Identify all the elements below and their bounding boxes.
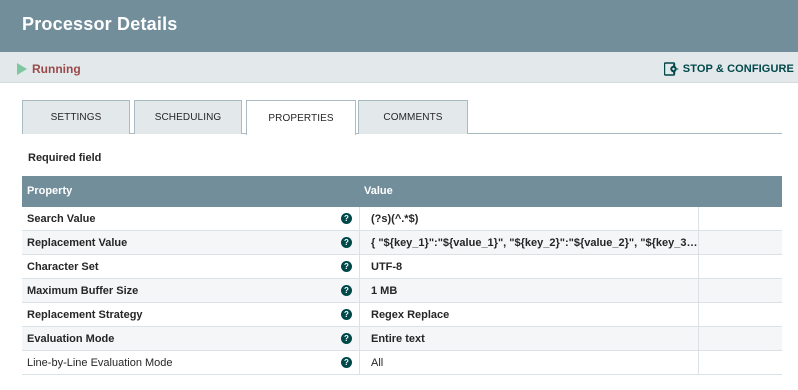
help-icon[interactable]: ?: [341, 237, 352, 248]
table-row[interactable]: Replacement Strategy ? Regex Replace: [22, 303, 782, 327]
property-value[interactable]: UTF-8: [361, 255, 699, 279]
dialog-title: Processor Details: [22, 14, 178, 34]
run-status: Running: [32, 62, 81, 76]
stop-configure-button[interactable]: STOP & CONFIGURE: [663, 61, 794, 77]
help-icon[interactable]: ?: [341, 285, 352, 296]
dialog-header: Processor Details: [0, 0, 798, 52]
property-name: Search Value: [22, 207, 360, 231]
property-value[interactable]: Regex Replace: [361, 303, 699, 327]
property-name: Maximum Buffer Size: [22, 279, 360, 303]
row-actions: [700, 255, 782, 279]
table-row[interactable]: Replacement Value ? { "${key_1}":"${valu…: [22, 231, 782, 255]
row-actions: [700, 231, 782, 255]
tab-scheduling[interactable]: SCHEDULING: [134, 100, 242, 134]
tab-bar: SETTINGS SCHEDULING PROPERTIES COMMENTS: [22, 100, 782, 135]
required-field-label: Required field: [28, 152, 102, 164]
table-row[interactable]: Character Set ? UTF-8: [22, 255, 782, 279]
table-row[interactable]: Evaluation Mode ? Entire text: [22, 327, 782, 351]
tab-comments[interactable]: COMMENTS: [358, 100, 468, 134]
tab-properties[interactable]: PROPERTIES: [246, 100, 356, 135]
help-icon[interactable]: ?: [341, 357, 352, 368]
column-header-value: Value: [364, 185, 393, 197]
stop-configure-icon: [663, 62, 679, 76]
play-icon: [17, 63, 27, 75]
help-icon[interactable]: ?: [341, 213, 352, 224]
stop-configure-label: STOP & CONFIGURE: [682, 63, 794, 75]
help-icon[interactable]: ?: [341, 261, 352, 272]
row-actions: [700, 351, 782, 375]
help-icon[interactable]: ?: [341, 333, 352, 344]
property-name: Character Set: [22, 255, 360, 279]
property-name: Replacement Value: [22, 231, 360, 255]
tab-settings[interactable]: SETTINGS: [22, 100, 130, 134]
row-actions: [700, 279, 782, 303]
help-icon[interactable]: ?: [341, 309, 352, 320]
row-actions: [700, 207, 782, 231]
property-name: Evaluation Mode: [22, 327, 360, 351]
property-value[interactable]: Entire text: [361, 327, 699, 351]
table-row[interactable]: Maximum Buffer Size ? 1 MB: [22, 279, 782, 303]
property-name: Replacement Strategy: [22, 303, 360, 327]
property-value[interactable]: { "${key_1}":"${value_1}", "${key_2}":"$…: [361, 231, 699, 255]
table-row[interactable]: Search Value ? (?s)(^.*$): [22, 207, 782, 231]
property-value[interactable]: 1 MB: [361, 279, 699, 303]
properties-table: Property Value Search Value ? (?s)(^.*$)…: [22, 176, 782, 375]
table-header: Property Value: [22, 176, 782, 207]
row-actions: [700, 303, 782, 327]
row-actions: [700, 327, 782, 351]
table-row[interactable]: Line-by-Line Evaluation Mode ? All: [22, 351, 782, 375]
status-bar: Running STOP & CONFIGURE: [0, 52, 798, 83]
column-header-property: Property: [27, 185, 73, 197]
property-name: Line-by-Line Evaluation Mode: [22, 351, 360, 375]
property-value[interactable]: All: [361, 351, 699, 375]
property-value[interactable]: (?s)(^.*$): [361, 207, 699, 231]
